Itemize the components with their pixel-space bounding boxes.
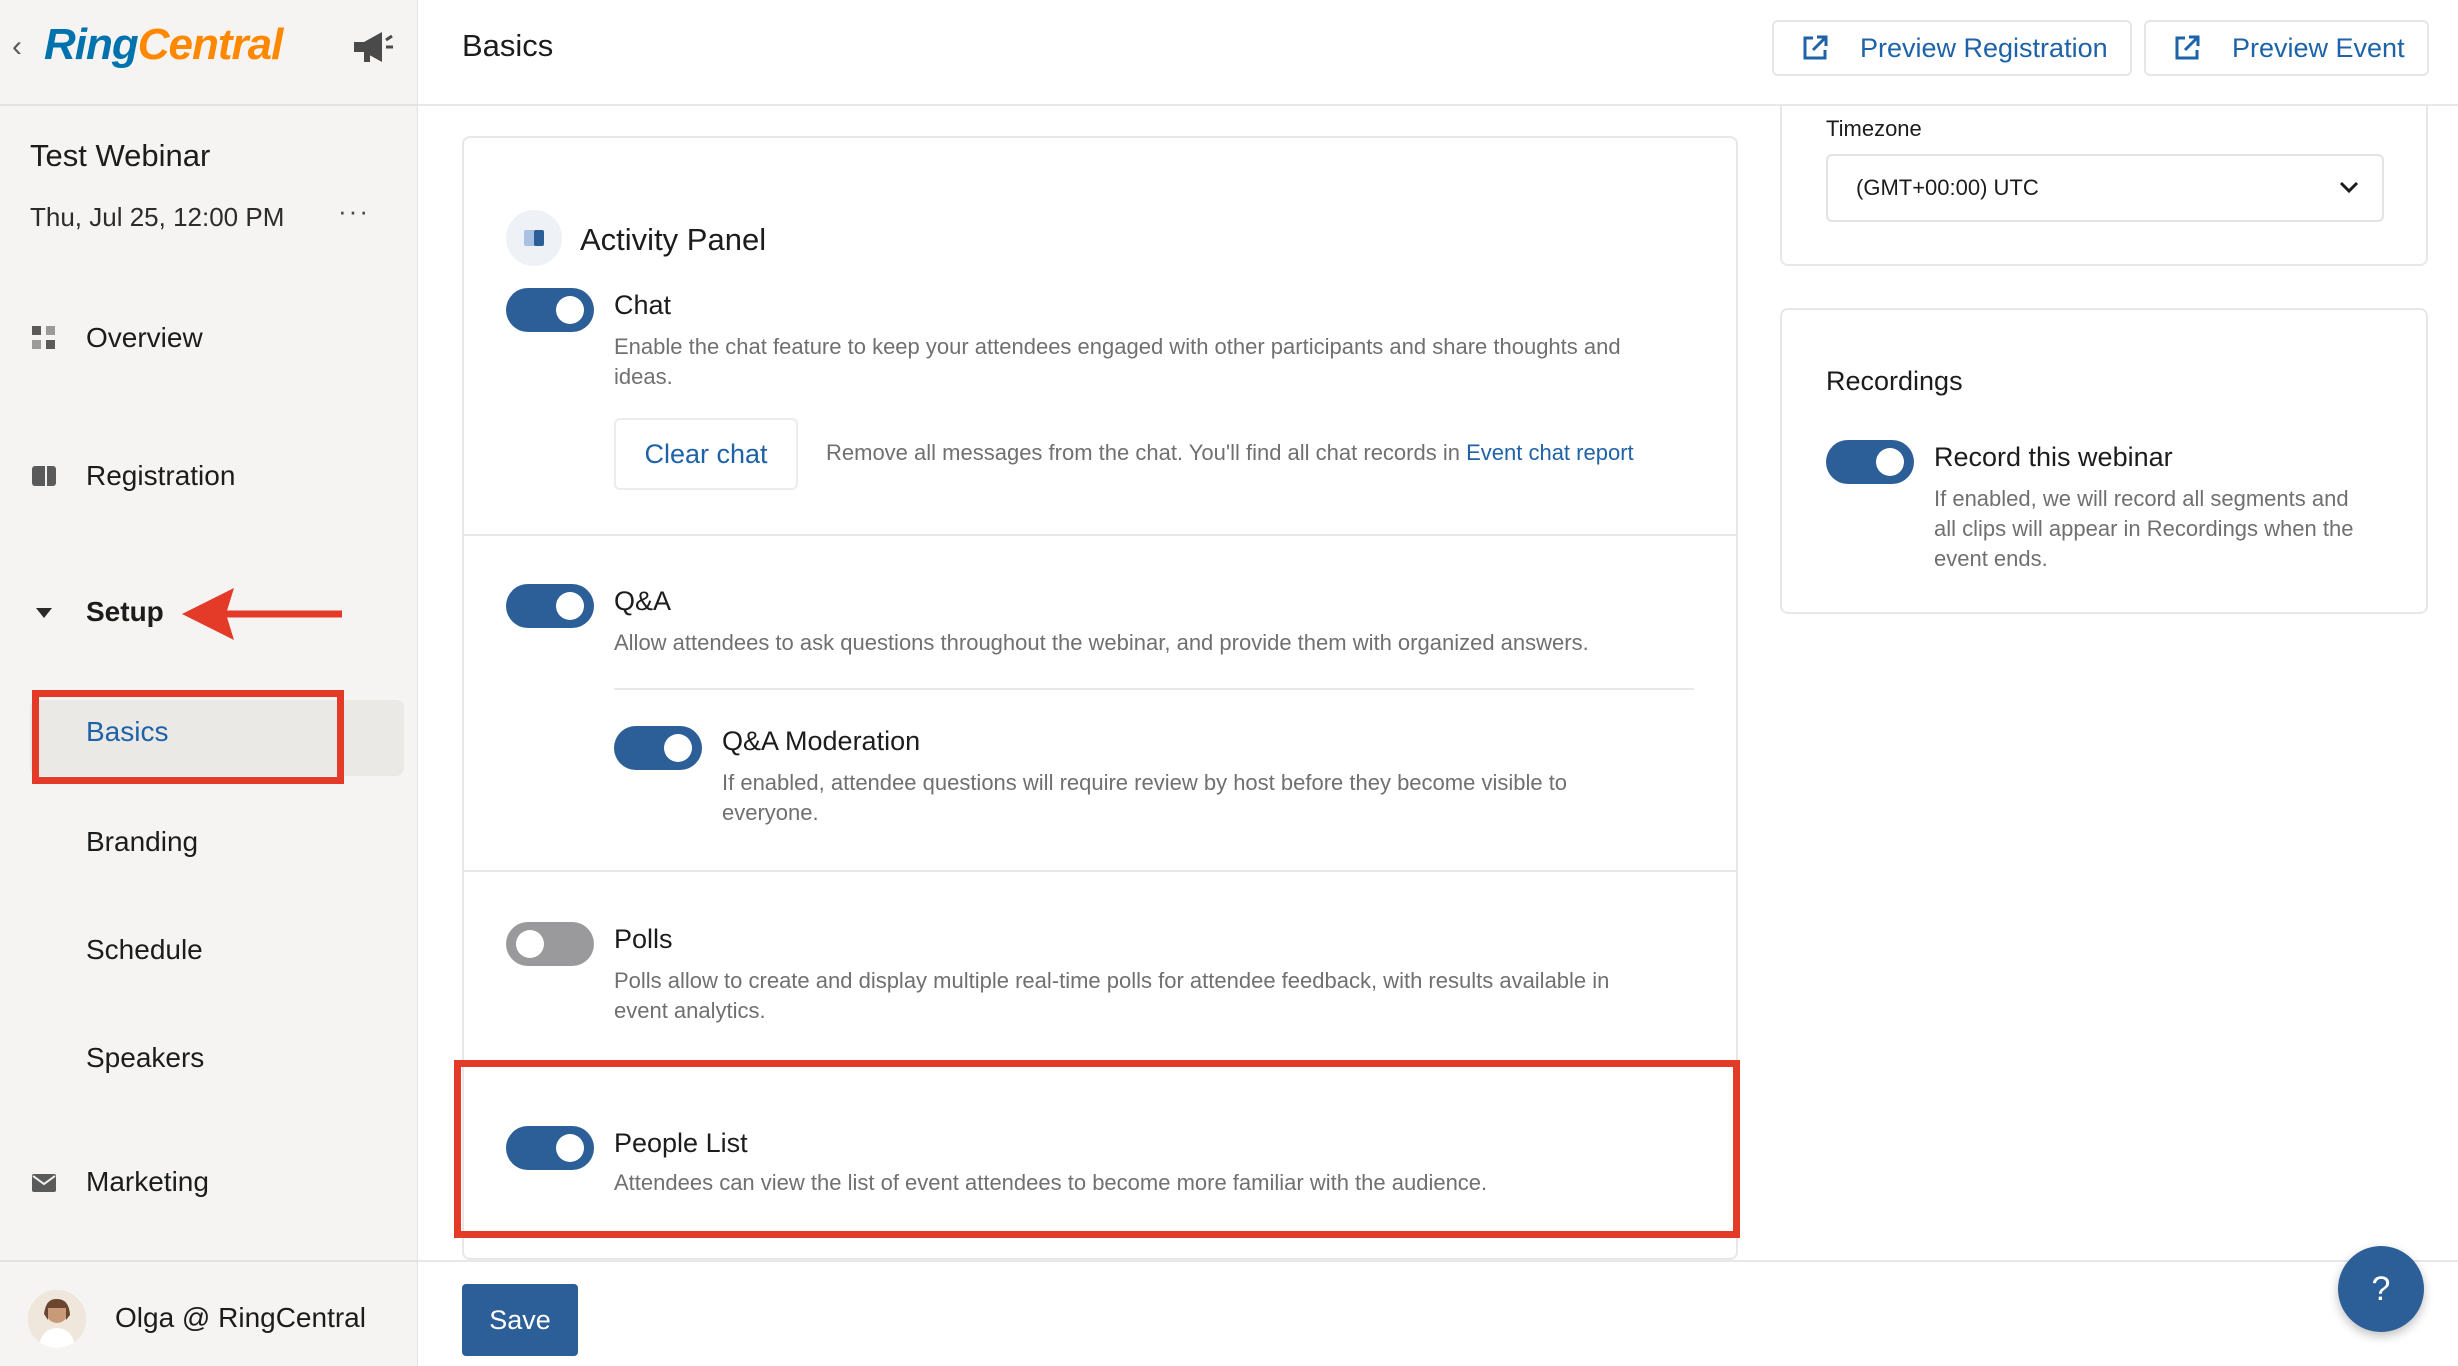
- timezone-value: (GMT+00:00) UTC: [1856, 175, 2039, 200]
- ringcentral-logo[interactable]: RingCentral: [44, 20, 284, 70]
- polls-toggle[interactable]: [506, 922, 594, 966]
- panel-layout-icon: [506, 210, 562, 266]
- qa-toggle[interactable]: [506, 584, 594, 628]
- clear-chat-note-text: Remove all messages from the chat. You'l…: [826, 440, 1460, 465]
- divider: [464, 534, 1736, 536]
- event-title: Test Webinar: [30, 138, 211, 173]
- avatar: [28, 1290, 86, 1348]
- recordings-title: Recordings: [1826, 366, 1963, 396]
- qa-description: Allow attendees to ask questions through…: [614, 630, 1589, 655]
- annotation-highlight-box: [32, 690, 344, 784]
- caret-down-icon: [36, 608, 52, 618]
- chat-description-line: Enable the chat feature to keep your att…: [614, 334, 1621, 359]
- sidebar-item-marketing[interactable]: Marketing: [30, 1152, 390, 1212]
- qa-moderation-description-line: If enabled, attendee questions will requ…: [722, 770, 1568, 795]
- clear-chat-button[interactable]: Clear chat: [614, 418, 798, 490]
- preview-registration-label: Preview Registration: [1860, 32, 2108, 63]
- sidebar: ‹ RingCentral Test Webinar Thu, Jul 25, …: [0, 0, 418, 1366]
- record-webinar-description-line: all clips will appear in Recordings when…: [1934, 516, 2354, 541]
- preview-event-label: Preview Event: [2232, 32, 2405, 63]
- clear-chat-note: Remove all messages from the chat. You'l…: [826, 440, 1634, 466]
- annotation-arrow: [182, 588, 342, 640]
- recordings-card: Recordings Record this webinar If enable…: [1780, 308, 2428, 614]
- annotation-highlight-box: [454, 1060, 1740, 1238]
- external-link-icon: [2175, 35, 2200, 60]
- record-webinar-description: If enabled, we will record all segments …: [1934, 484, 2353, 574]
- envelope-icon: [32, 1174, 56, 1192]
- divider: [464, 870, 1736, 872]
- timezone-card: Timezone (GMT+00:00) UTC: [1780, 106, 2428, 266]
- user-bar[interactable]: Olga @ RingCentral: [0, 1260, 418, 1366]
- preview-registration-button[interactable]: Preview Registration: [1772, 20, 2132, 76]
- record-webinar-label: Record this webinar: [1934, 442, 2173, 472]
- help-button[interactable]: ?: [2338, 1246, 2424, 1332]
- record-webinar-description-line: event ends.: [1934, 546, 2048, 571]
- polls-label: Polls: [614, 924, 673, 954]
- record-webinar-toggle[interactable]: [1826, 440, 1914, 484]
- chevron-down-icon: [2339, 181, 2359, 194]
- sidebar-item-speakers[interactable]: Speakers: [86, 1042, 204, 1074]
- external-link-icon: [1803, 35, 1828, 60]
- event-chat-report-link[interactable]: Event chat report: [1466, 440, 1634, 465]
- polls-description: Polls allow to create and display multip…: [614, 966, 1609, 1026]
- record-webinar-description-line: If enabled, we will record all segments …: [1934, 486, 2349, 511]
- chat-label: Chat: [614, 290, 672, 320]
- sidebar-item-label: Overview: [86, 322, 203, 353]
- timezone-select[interactable]: (GMT+00:00) UTC: [1826, 154, 2384, 222]
- qa-label: Q&A: [614, 586, 672, 616]
- qa-moderation-description-line: everyone.: [722, 800, 819, 825]
- polls-description-line: event analytics.: [614, 998, 766, 1023]
- event-date: Thu, Jul 25, 12:00 PM: [30, 202, 285, 232]
- chat-description-line: ideas.: [614, 364, 673, 389]
- sidebar-item-schedule[interactable]: Schedule: [86, 934, 203, 966]
- sidebar-item-registration[interactable]: Registration: [30, 446, 390, 506]
- ticket-icon: [32, 466, 56, 486]
- sidebar-item-overview[interactable]: Overview: [30, 308, 390, 368]
- sidebar-item-label: Setup: [86, 596, 164, 627]
- grid-icon: [32, 326, 55, 349]
- brand-bar: ‹ RingCentral: [0, 0, 418, 106]
- top-bar: Basics Preview Registration Preview Even…: [418, 0, 2458, 106]
- preview-event-button[interactable]: Preview Event: [2144, 20, 2429, 76]
- save-button[interactable]: Save: [462, 1284, 578, 1356]
- page-title: Basics: [462, 28, 554, 63]
- qa-moderation-label: Q&A Moderation: [722, 726, 921, 756]
- logo-central-text: Central: [137, 20, 284, 69]
- user-name: Olga @ RingCentral: [115, 1302, 366, 1333]
- divider: [614, 688, 1694, 690]
- sidebar-item-label: Marketing: [86, 1166, 209, 1197]
- sidebar-item-label: Registration: [86, 460, 236, 491]
- polls-description-line: Polls allow to create and display multip…: [614, 968, 1610, 993]
- more-options-icon[interactable]: ···: [338, 196, 370, 227]
- activity-panel-title: Activity Panel: [580, 222, 767, 257]
- chat-toggle[interactable]: [506, 288, 594, 332]
- back-chevron-icon[interactable]: ‹: [12, 30, 22, 64]
- qa-moderation-toggle[interactable]: [614, 726, 702, 770]
- chat-description: Enable the chat feature to keep your att…: [614, 332, 1621, 392]
- qa-moderation-description: If enabled, attendee questions will requ…: [722, 768, 1567, 828]
- sidebar-item-branding[interactable]: Branding: [86, 826, 198, 858]
- bottom-bar: Save: [418, 1260, 2458, 1366]
- timezone-label: Timezone: [1826, 116, 1922, 141]
- logo-ring-text: Ring: [44, 20, 139, 69]
- megaphone-icon[interactable]: [350, 28, 394, 68]
